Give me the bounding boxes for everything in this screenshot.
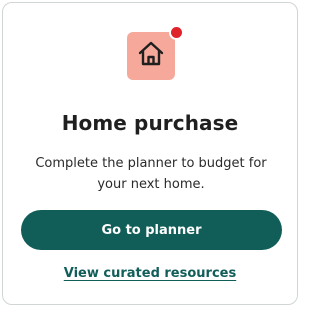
notification-dot <box>169 25 184 40</box>
card-description: Complete the planner to budget for your … <box>35 156 267 192</box>
view-curated-resources-link[interactable]: View curated resources <box>3 266 297 281</box>
home-icon <box>136 39 166 73</box>
go-to-planner-button[interactable]: Go to planner <box>21 210 282 250</box>
home-purchase-card: Home purchase Complete the planner to bu… <box>2 2 298 305</box>
home-icon-tile <box>127 32 175 80</box>
card-title: Home purchase <box>61 111 239 135</box>
